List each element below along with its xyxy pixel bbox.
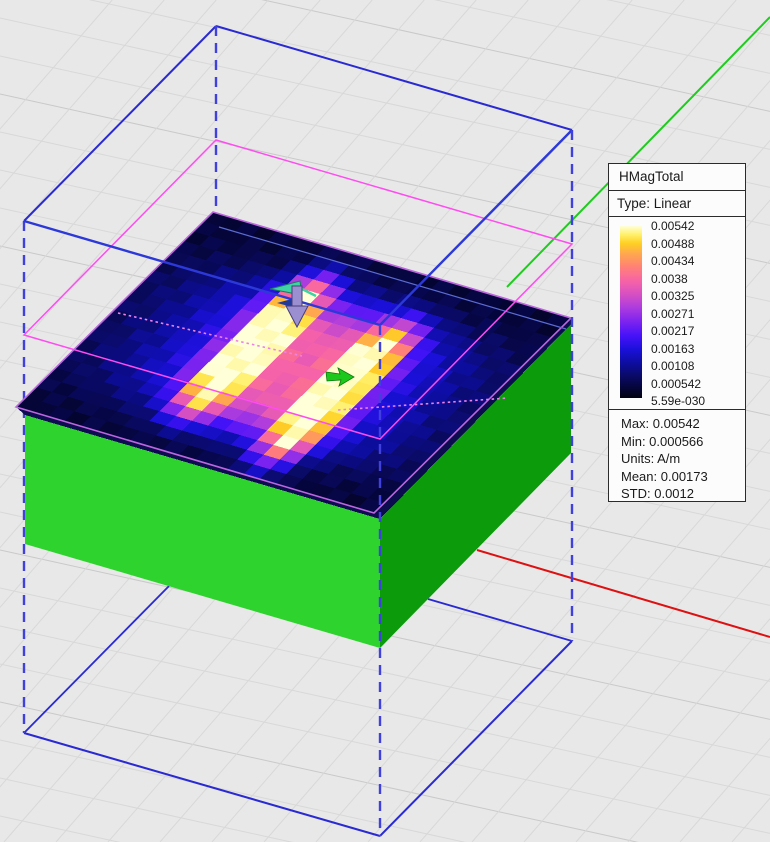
legend-stats: Max: 0.00542 Min: 0.000566 Units: A/m Me… bbox=[609, 410, 745, 503]
3d-modeler-viewport[interactable]: HMagTotal Type: Linear 0.00542 0.00488 0… bbox=[0, 0, 770, 842]
stat-std: STD: 0.0012 bbox=[621, 485, 745, 503]
scale-tick: 0.00163 bbox=[651, 342, 694, 357]
scale-tick: 5.59e-030 bbox=[651, 394, 705, 409]
scale-tick: 0.00488 bbox=[651, 237, 694, 252]
scale-tick: 0.00217 bbox=[651, 324, 694, 339]
scale-tick: 0.0038 bbox=[651, 272, 688, 287]
stat-min: Min: 0.000566 bbox=[621, 433, 745, 451]
scale-tick: 0.00271 bbox=[651, 307, 694, 322]
scale-tick: 0.000542 bbox=[651, 377, 701, 392]
scale-tick: 0.00434 bbox=[651, 254, 694, 269]
colorbar-gradient bbox=[620, 226, 642, 398]
legend-title: HMagTotal bbox=[609, 164, 745, 191]
legend-scale-type: Type: Linear bbox=[609, 191, 745, 217]
scale-tick: 0.00325 bbox=[651, 289, 694, 304]
stat-mean: Mean: 0.00173 bbox=[621, 468, 745, 486]
legend-color-scale: 0.00542 0.00488 0.00434 0.0038 0.00325 0… bbox=[609, 217, 745, 410]
scale-tick: 0.00542 bbox=[651, 219, 694, 234]
scale-tick: 0.00108 bbox=[651, 359, 694, 374]
field-plot-legend[interactable]: HMagTotal Type: Linear 0.00542 0.00488 0… bbox=[608, 163, 746, 502]
stat-units: Units: A/m bbox=[621, 450, 745, 468]
stat-max: Max: 0.00542 bbox=[621, 415, 745, 433]
